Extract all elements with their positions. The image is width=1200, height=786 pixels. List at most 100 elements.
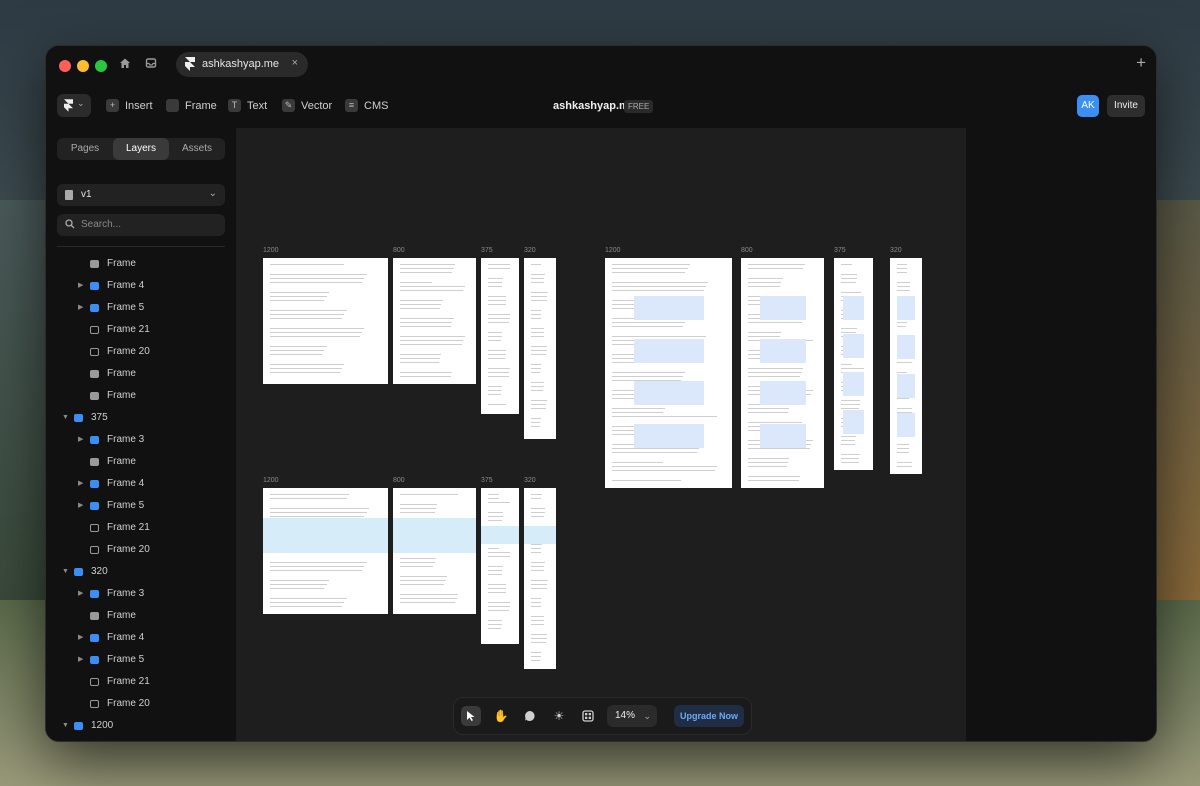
content-line <box>748 264 805 265</box>
tab-assets[interactable]: Assets <box>169 138 225 160</box>
caret-down-icon[interactable]: ▼ <box>62 561 69 583</box>
content-line <box>531 318 541 319</box>
layer-row[interactable]: Frame <box>46 451 236 473</box>
tab-pages[interactable]: Pages <box>57 138 113 160</box>
cms-button[interactable]: ≡ CMS <box>345 97 388 115</box>
frame-button[interactable]: Frame <box>166 97 217 115</box>
content-line <box>488 282 503 283</box>
home-icon[interactable] <box>117 57 133 73</box>
select-tool-button[interactable] <box>461 706 481 726</box>
page-frame[interactable] <box>834 258 873 470</box>
layer-row[interactable]: Frame <box>46 385 236 407</box>
layer-row[interactable]: ▼ 1200 <box>46 715 236 737</box>
design-canvas[interactable]: 1200 800 375 320 1200 800 375 320 1200 800 375 320 <box>236 128 966 741</box>
page-frame[interactable] <box>890 258 922 474</box>
layer-row[interactable]: ▶ Frame 5 <box>46 297 236 319</box>
invite-button[interactable]: Invite <box>1107 95 1145 117</box>
minimize-window-button[interactable] <box>77 60 89 72</box>
layer-row[interactable]: ▶ Frame 4 <box>46 275 236 297</box>
framer-menu-button[interactable]: ⌄ <box>57 94 91 117</box>
content-line <box>897 452 909 453</box>
layer-row[interactable]: ▶ Frame 5 <box>46 495 236 517</box>
inbox-icon[interactable] <box>143 57 159 73</box>
caret-right-icon[interactable]: ▶ <box>78 473 83 495</box>
content-line <box>270 372 340 373</box>
vector-button[interactable]: ✎ Vector <box>282 97 332 115</box>
zoom-window-button[interactable] <box>95 60 107 72</box>
caret-right-icon[interactable]: ▶ <box>78 583 83 605</box>
caret-right-icon[interactable]: ▶ <box>78 649 83 671</box>
content-line <box>531 382 544 383</box>
layer-row[interactable]: Frame <box>46 253 236 275</box>
content-line <box>488 404 506 405</box>
frame-label: 375 <box>481 247 493 254</box>
page-frame[interactable] <box>263 488 388 614</box>
chevron-down-icon: ⌄ <box>77 98 85 108</box>
content-line <box>488 516 503 517</box>
content-line <box>531 426 540 427</box>
layer-row[interactable]: ▶ Frame 3 <box>46 583 236 605</box>
stack-icon <box>90 282 99 290</box>
caret-down-icon[interactable]: ▼ <box>62 407 69 429</box>
layer-row[interactable]: Frame 20 <box>46 539 236 561</box>
content-line <box>270 580 329 581</box>
page-frame[interactable] <box>263 258 388 384</box>
sidebar-tabs: Pages Layers Assets <box>57 138 225 160</box>
layer-row[interactable]: Frame 21 <box>46 517 236 539</box>
layer-row[interactable]: ▶ Frame 4 <box>46 627 236 649</box>
layer-row[interactable]: Frame 21 <box>46 319 236 341</box>
caret-right-icon[interactable]: ▶ <box>78 495 83 517</box>
content-line <box>748 286 780 287</box>
page-frame[interactable] <box>481 488 519 644</box>
layer-row[interactable]: Frame <box>46 605 236 627</box>
theme-button[interactable]: ☀ <box>549 706 569 726</box>
caret-right-icon[interactable]: ▶ <box>78 297 83 319</box>
caret-right-icon[interactable]: ▶ <box>78 627 83 649</box>
tab-layers[interactable]: Layers <box>113 138 169 160</box>
content-line <box>748 458 790 459</box>
layer-row[interactable]: Frame <box>46 363 236 385</box>
page-frame[interactable] <box>393 258 476 384</box>
caret-down-icon[interactable]: ▼ <box>62 715 69 737</box>
close-tab-icon[interactable]: × <box>292 57 298 69</box>
layer-row[interactable]: ▶ Frame 3 <box>46 429 236 451</box>
layer-row[interactable]: Frame 21 <box>46 671 236 693</box>
project-title[interactable]: ashkashyap.me <box>553 100 635 112</box>
layer-row[interactable]: Frame 20 <box>46 341 236 363</box>
page-frame[interactable] <box>524 258 556 439</box>
new-tab-icon[interactable]: + <box>1136 54 1146 71</box>
hand-tool-button[interactable]: ✋ <box>491 706 511 726</box>
image-placeholder <box>842 334 865 358</box>
layer-row[interactable]: ▼ 375 <box>46 407 236 429</box>
upgrade-button[interactable]: Upgrade Now <box>674 705 744 727</box>
browser-tab[interactable]: ashkashyap.me × <box>176 52 308 77</box>
text-button[interactable]: T Text <box>228 97 267 115</box>
layer-row[interactable]: Frame 20 <box>46 693 236 715</box>
content-line <box>400 580 446 581</box>
close-window-button[interactable] <box>59 60 71 72</box>
components-button[interactable] <box>578 706 598 726</box>
content-line <box>897 282 911 283</box>
page-select[interactable]: v1 ⌄ <box>57 184 225 206</box>
layer-row[interactable]: ▶ Frame 5 <box>46 649 236 671</box>
layer-label: Frame 21 <box>107 676 150 687</box>
page-frame[interactable] <box>393 488 476 614</box>
layer-row[interactable]: ▼ 320 <box>46 561 236 583</box>
page-frame[interactable] <box>524 488 556 669</box>
comment-tool-button[interactable] <box>520 706 540 726</box>
page-frame[interactable] <box>481 258 519 414</box>
image-placeholder <box>897 335 915 359</box>
search-input[interactable]: Search... <box>57 214 225 236</box>
caret-right-icon[interactable]: ▶ <box>78 429 83 451</box>
content-line <box>531 494 542 495</box>
content-line <box>488 368 510 369</box>
caret-right-icon[interactable]: ▶ <box>78 275 83 297</box>
zoom-select[interactable]: 14% ⌄ <box>607 705 657 727</box>
image-placeholder <box>897 296 915 320</box>
content-line <box>748 322 802 323</box>
page-frame[interactable] <box>605 258 732 488</box>
insert-button[interactable]: + Insert <box>106 97 153 115</box>
layer-row[interactable]: ▶ Frame 4 <box>46 473 236 495</box>
page-frame[interactable] <box>741 258 824 488</box>
avatar[interactable]: AK <box>1077 95 1099 117</box>
